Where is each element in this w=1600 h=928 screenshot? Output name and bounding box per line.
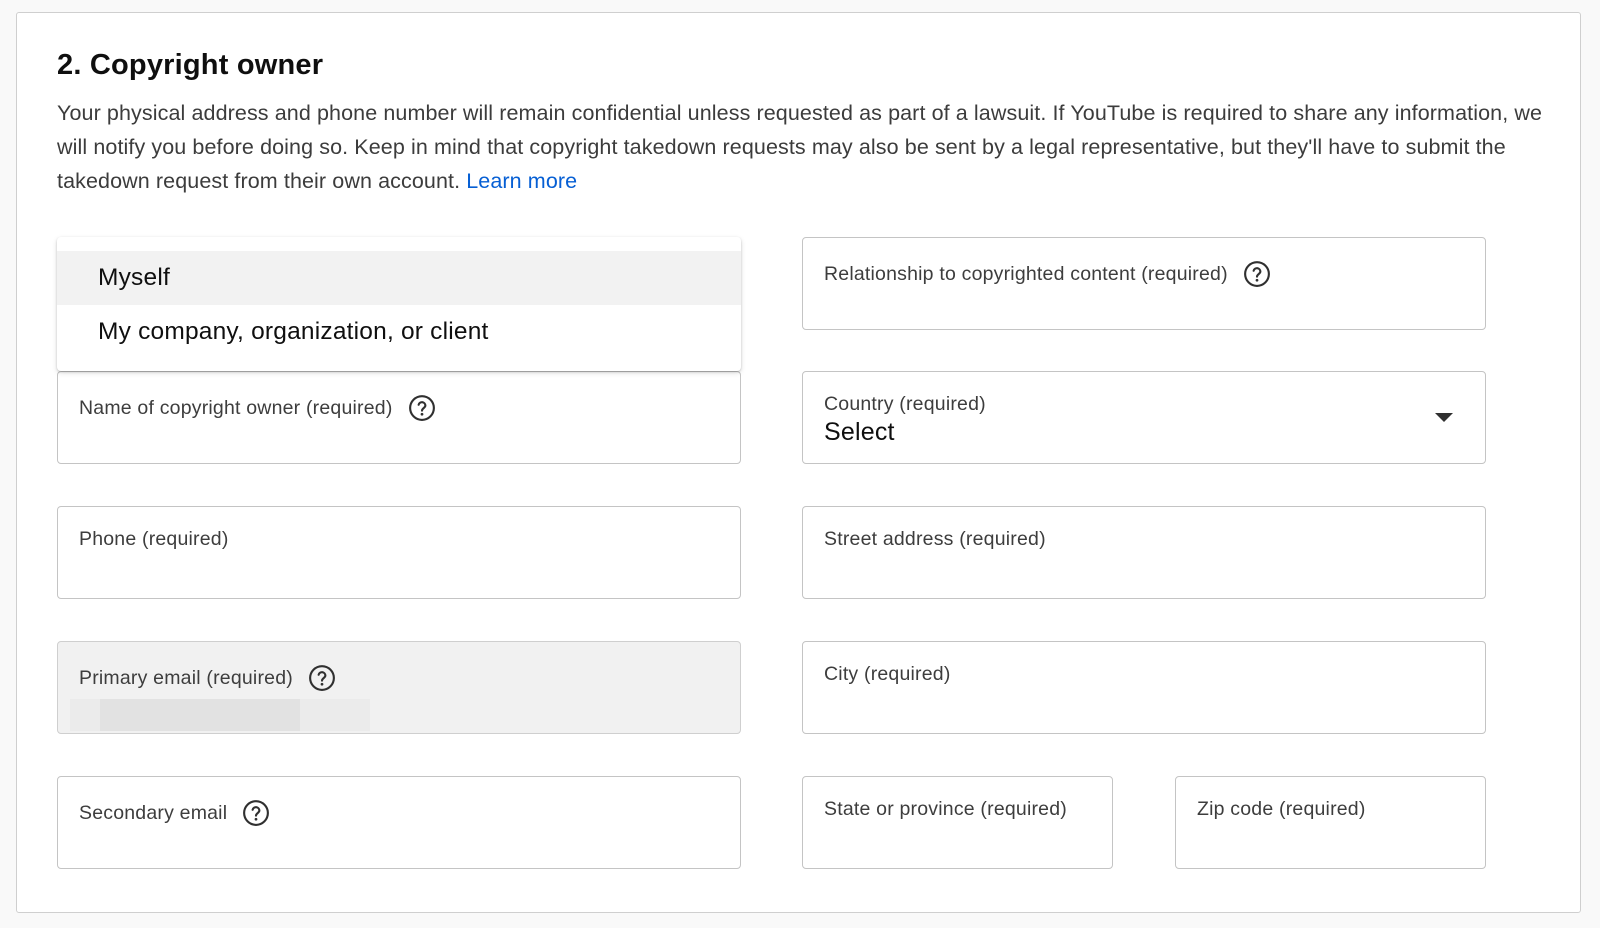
menu-item-company[interactable]: My company, organization, or client <box>57 305 741 359</box>
redacted-email-block <box>100 699 300 731</box>
redacted-email-block <box>300 699 370 731</box>
help-circle-icon[interactable] <box>307 663 337 693</box>
secondary-email-field[interactable]: Secondary email <box>57 776 741 869</box>
section-description: Your physical address and phone number w… <box>57 96 1557 198</box>
country-select[interactable]: Country (required) Select <box>802 371 1486 464</box>
phone-label: Phone (required) <box>79 528 229 550</box>
relationship-field[interactable]: Relationship to copyrighted content (req… <box>802 237 1486 330</box>
section-description-text: Your physical address and phone number w… <box>57 101 1543 193</box>
state-field[interactable]: State or province (required) <box>802 776 1113 869</box>
street-address-label: Street address (required) <box>824 528 1046 550</box>
primary-email-label: Primary email (required) <box>79 663 337 693</box>
owner-name-field[interactable]: Name of copyright owner (required) <box>57 371 741 464</box>
menu-item-myself[interactable]: Myself <box>57 251 741 305</box>
help-circle-icon[interactable] <box>407 393 437 423</box>
city-label: City (required) <box>824 663 951 685</box>
section-title: 2. Copyright owner <box>57 49 324 81</box>
city-field[interactable]: City (required) <box>802 641 1486 734</box>
learn-more-link[interactable]: Learn more <box>466 169 577 193</box>
redacted-email-block <box>70 699 100 731</box>
relationship-label: Relationship to copyrighted content (req… <box>824 259 1272 289</box>
owner-type-menu: Myself My company, organization, or clie… <box>57 237 741 371</box>
help-circle-icon[interactable] <box>1242 259 1272 289</box>
owner-name-label: Name of copyright owner (required) <box>79 393 437 423</box>
secondary-email-label: Secondary email <box>79 798 271 828</box>
caret-down-icon[interactable] <box>1435 413 1453 422</box>
phone-field[interactable]: Phone (required) <box>57 506 741 599</box>
country-value: Select <box>824 418 895 446</box>
primary-email-field: Primary email (required) <box>57 641 741 734</box>
help-circle-icon[interactable] <box>241 798 271 828</box>
country-label: Country (required) <box>824 393 986 415</box>
zip-code-field[interactable]: Zip code (required) <box>1175 776 1486 869</box>
street-address-field[interactable]: Street address (required) <box>802 506 1486 599</box>
state-label: State or province (required) <box>824 798 1067 820</box>
zip-code-label: Zip code (required) <box>1197 798 1366 820</box>
